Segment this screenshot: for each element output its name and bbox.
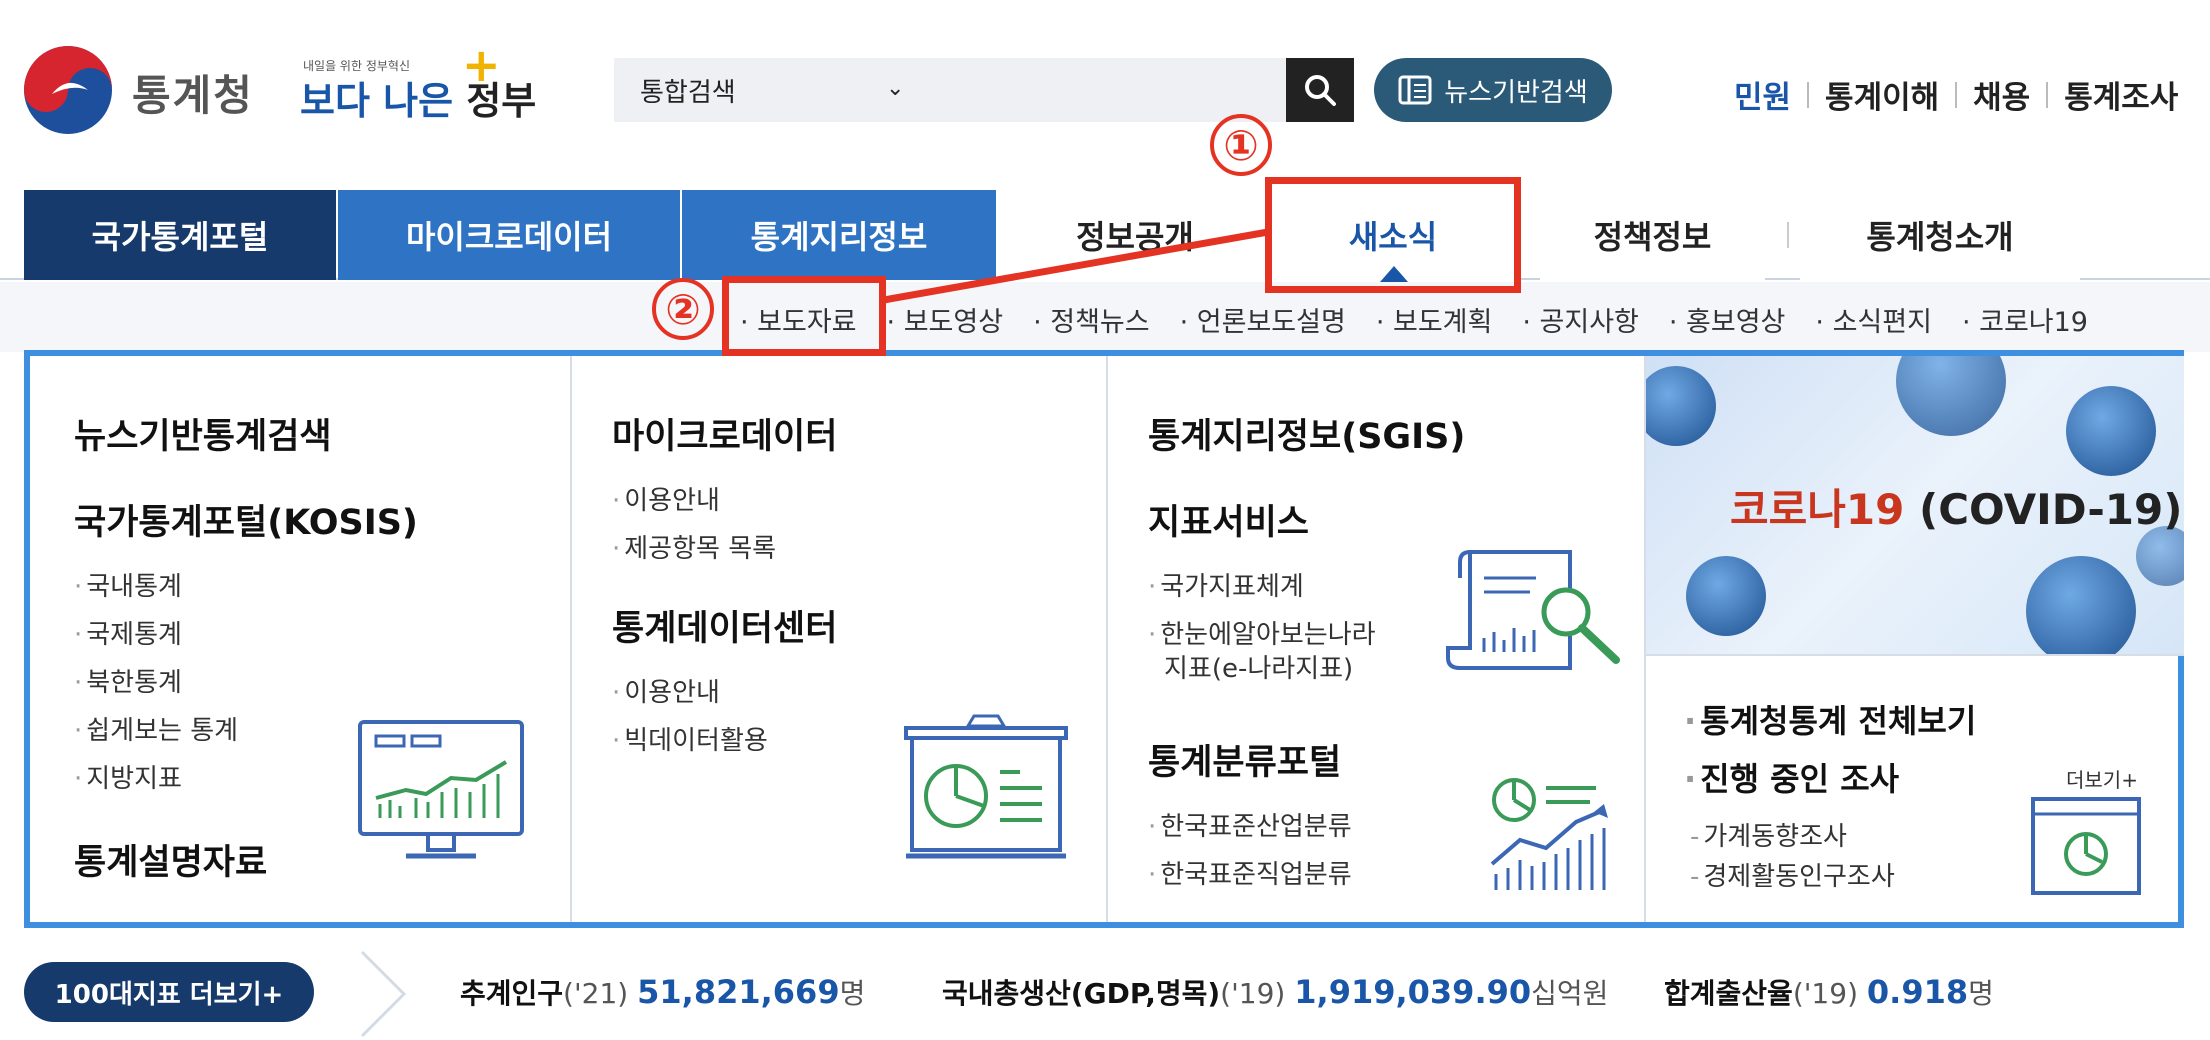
menu-heading-stats-desc[interactable]: 통계설명자료: [74, 834, 267, 885]
more-link[interactable]: 더보기+: [2066, 764, 2138, 793]
search-icon: [1305, 75, 1336, 106]
menu-link[interactable]: 이용안내: [612, 672, 720, 709]
menu-heading-classification[interactable]: 통계분류포털: [1148, 734, 1341, 785]
menu-heading-indicator[interactable]: 지표서비스: [1148, 494, 1309, 545]
search-scope-select[interactable]: 통합검색 ⌄: [614, 58, 1286, 122]
menu-heading-microdata[interactable]: 마이크로데이터: [612, 408, 837, 459]
pie-growth-chart-icon: [1490, 778, 1608, 890]
divider: [1787, 222, 1789, 248]
survey-window-icon: [2031, 797, 2141, 895]
subnav-item-policy-news[interactable]: · 정책뉴스: [1033, 300, 1150, 339]
utility-links: 민원 통계이해 채용 통계조사: [1734, 72, 2178, 117]
divider: [1106, 356, 1108, 922]
nav-item-info-disclosure[interactable]: 정보공개: [1000, 190, 1270, 280]
mega-menu-panel: 뉴스기반통계검색 국가통계포털(KOSIS) 국내통계 국제통계 북한통계 쉽게…: [24, 350, 2184, 928]
menu-heading-data-center[interactable]: 통계데이터센터: [612, 600, 837, 651]
annotation-number-1: ①: [1210, 114, 1272, 176]
search-scope-value: 통합검색: [640, 77, 736, 108]
sub-nav: · 보도자료 · 보도영상 · 정책뉴스 · 언론보도설명 · 보도계획 · 공…: [740, 300, 2118, 339]
logo-text[interactable]: 통계청: [132, 62, 254, 123]
subnav-item-press-plan[interactable]: · 보도계획: [1376, 300, 1493, 339]
annotation-box-press: [722, 276, 886, 356]
subnav-item-notice[interactable]: · 공지사항: [1522, 300, 1639, 339]
slogan-logo: 보다 나은 정부: [300, 79, 537, 123]
divider: [1807, 81, 1810, 108]
search-button[interactable]: [1286, 58, 1354, 122]
document-magnifier-icon: [1446, 550, 1620, 670]
subnav-item-promo-video[interactable]: · 홍보영상: [1669, 300, 1786, 339]
virus-illustration: [2026, 556, 2136, 654]
menu-link[interactable]: 제공항목 목록: [612, 528, 776, 565]
menu-link-ongoing-survey[interactable]: 진행 중인 조사: [1684, 754, 1899, 800]
main-nav: 국가통계포털 마이크로데이터 통계지리정보 정보공개 새소식 정책정보 통계청소…: [0, 190, 2210, 280]
virus-illustration: [2066, 386, 2156, 476]
news-icon: [1398, 75, 1432, 105]
annotation-number-2: ②: [652, 278, 714, 340]
subnav-item-press-video[interactable]: · 보도영상: [887, 300, 1004, 339]
chevron-right-icon: [360, 950, 407, 1038]
virus-illustration: [1686, 556, 1766, 636]
menu-heading-kosis[interactable]: 국가통계포털(KOSIS): [74, 494, 418, 545]
util-link-civil[interactable]: 민원: [1734, 72, 1791, 117]
statistics-korea-logo-icon[interactable]: [22, 44, 114, 136]
divider: [1646, 654, 2184, 656]
menu-link[interactable]: 쉽게보는 통계: [74, 710, 238, 747]
menu-link[interactable]: 빅데이터활용: [612, 720, 768, 757]
menu-link-continuation[interactable]: 지표(e-나라지표): [1164, 648, 1353, 685]
stat-population[interactable]: 추계인구('21) 51,821,669명: [460, 972, 865, 1012]
menu-link[interactable]: 가계동향조사: [1690, 816, 1847, 853]
nav-item-kosis[interactable]: 국가통계포털: [24, 190, 336, 280]
menu-link[interactable]: 국제통계: [74, 614, 182, 651]
menu-link[interactable]: 한국표준산업분류: [1148, 806, 1351, 843]
util-link-survey[interactable]: 통계조사: [2064, 72, 2178, 117]
menu-link[interactable]: 국가지표체계: [1148, 566, 1304, 603]
menu-link[interactable]: 국내통계: [74, 566, 182, 603]
covid-banner[interactable]: 코로나19 (COVID-19): [1646, 356, 2184, 654]
divider: [570, 356, 572, 922]
annotation-box-news: [1265, 177, 1521, 293]
menu-link[interactable]: 한눈에알아보는나라: [1148, 614, 1375, 651]
menu-link[interactable]: 이용안내: [612, 480, 720, 517]
virus-illustration: [1646, 366, 1716, 446]
divider: [1955, 81, 1958, 108]
presentation-board-icon: [904, 714, 1068, 859]
util-link-recruit[interactable]: 채용: [1973, 72, 2030, 117]
nav-item-about[interactable]: 통계청소개: [1800, 190, 2080, 280]
news-search-button[interactable]: 뉴스기반검색: [1374, 58, 1612, 122]
menu-link[interactable]: 한국표준직업분류: [1148, 854, 1351, 891]
subnav-item-newsletter[interactable]: · 소식편지: [1815, 300, 1932, 339]
menu-link[interactable]: 지방지표: [74, 758, 182, 795]
chevron-down-icon: ⌄: [886, 76, 905, 101]
menu-link[interactable]: 북한통계: [74, 662, 182, 699]
nav-item-sgis[interactable]: 통계지리정보: [682, 190, 996, 280]
menu-heading-news-stats[interactable]: 뉴스기반통계검색: [74, 408, 332, 459]
virus-illustration: [1896, 356, 2006, 436]
indicators-more-button[interactable]: 100대지표 더보기+: [24, 962, 314, 1022]
monitor-chart-icon: [358, 720, 524, 859]
subnav-item-media-explain[interactable]: · 언론보도설명: [1180, 300, 1346, 339]
menu-link-all-stats[interactable]: 통계청통계 전체보기: [1684, 696, 1976, 742]
stat-fertility[interactable]: 합계출산율('19) 0.918명: [1664, 972, 1994, 1012]
covid-banner-title: 코로나19 (COVID-19): [1730, 485, 2183, 534]
plus-icon: +: [462, 38, 501, 92]
news-search-label: 뉴스기반검색: [1444, 77, 1588, 108]
stat-gdp[interactable]: 국내총생산(GDP,명목)('19) 1,919,039.90십억원: [942, 972, 1608, 1012]
divider: [2046, 81, 2049, 108]
util-link-understanding[interactable]: 통계이해: [1825, 72, 1939, 117]
nav-item-microdata[interactable]: 마이크로데이터: [338, 190, 680, 280]
subnav-item-covid19[interactable]: · 코로나19: [1962, 300, 2088, 339]
menu-link[interactable]: 경제활동인구조사: [1690, 856, 1894, 893]
nav-item-policy[interactable]: 정책정보: [1540, 190, 1765, 280]
menu-heading-sgis[interactable]: 통계지리정보(SGIS): [1148, 408, 1465, 459]
